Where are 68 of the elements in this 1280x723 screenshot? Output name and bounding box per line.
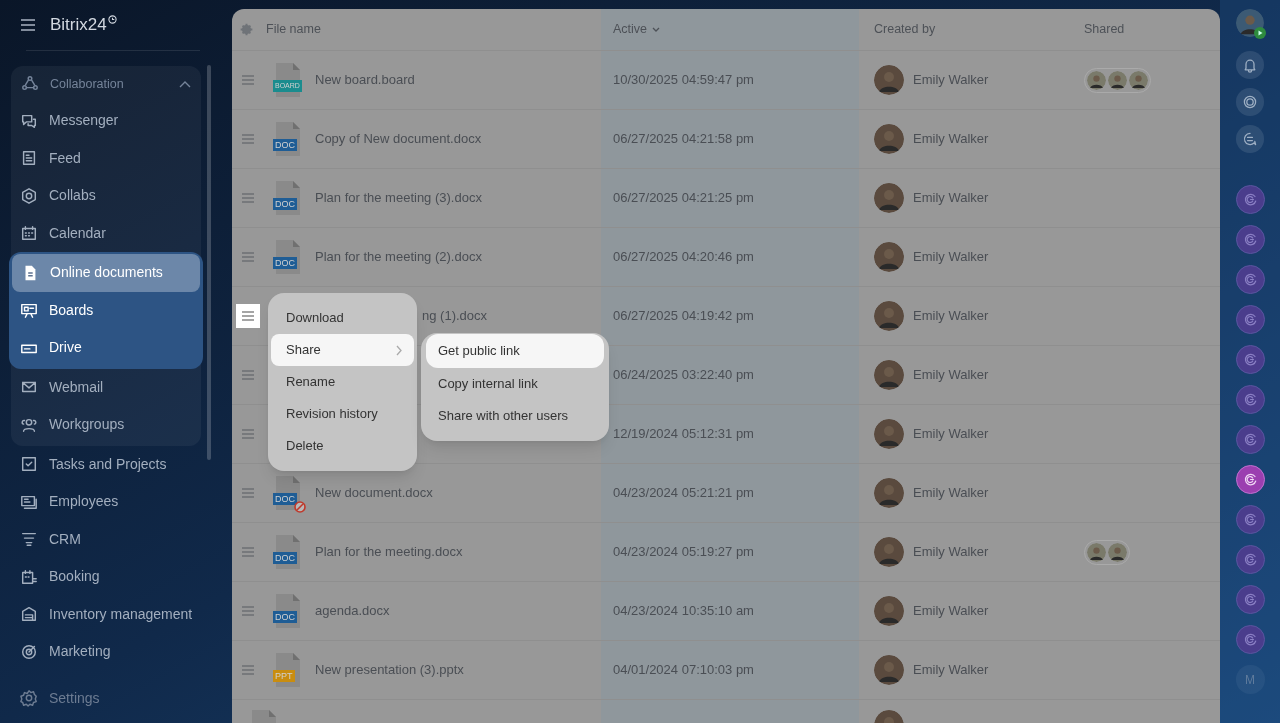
user-name[interactable]: Emily Walker [913,424,989,444]
user-name[interactable]: Emily Walker [913,306,989,326]
file-type-badge: DOC [273,139,297,151]
column-header[interactable]: Created by [874,20,936,39]
date-cell: 04/23/2024 05:19:27 pm [601,523,859,581]
sidebar-item[interactable]: Workgroups [11,406,201,444]
column-header[interactable]: Shared [1084,20,1125,39]
file-type-badge: PPT [273,670,295,682]
sidebar-item[interactable]: Webmail [11,368,201,406]
menu-item[interactable]: Share [271,334,414,366]
user-initial[interactable]: M [1235,665,1265,694]
sidebar-item[interactable]: CRM [11,520,201,558]
user-name[interactable]: Emily Walker [913,70,989,90]
sidebar-item[interactable]: Calendar [11,214,201,252]
sidebar-item[interactable]: Drive [11,329,201,367]
sidebar-item[interactable]: Employees [11,483,201,521]
file-name[interactable]: New document.docx [315,483,433,503]
file-name[interactable]: New presentation (3).pptx [315,660,464,680]
date-cell: 10/30/2025 04:59:47 pm [601,51,859,109]
user-name[interactable]: Emily Walker [913,188,989,208]
file-type-badge: DOC [273,257,297,269]
menu-item[interactable]: Rename [271,366,414,398]
settings-item[interactable]: Settings [0,679,232,717]
sidebar-item[interactable]: Collabs [11,177,201,215]
sidebar-item[interactable]: Tasks and Projects [11,445,201,483]
user-name[interactable]: Emily Walker [913,660,989,680]
column-header[interactable]: Active [613,20,661,39]
menu-item[interactable]: Get public link [426,334,604,368]
user-name[interactable]: Emily Walker [913,542,989,562]
file-type-badge: DOC [273,493,297,505]
menu-item[interactable]: Delete [271,430,414,462]
sidebar-item[interactable]: Messenger [11,102,201,140]
user-name[interactable]: Emily Walker [913,483,989,503]
user-name[interactable]: Emily Walker [913,601,989,621]
date-cell: 06/27/2025 04:21:58 pm [601,110,859,168]
sidebar-item[interactable]: Feed [11,139,201,177]
date-cell: 06/27/2025 04:20:46 pm [601,228,859,286]
sidebar-item[interactable]: Boards [11,291,201,329]
sidebar-item[interactable]: Marketing [11,633,201,671]
date-cell: 06/27/2025 04:19:42 pm [601,287,859,345]
sidebar-item[interactable]: Booking [11,558,201,596]
menu-item[interactable]: Download [271,302,414,334]
file-name[interactable]: Copy of New document.docx [315,129,482,149]
file-name[interactable]: ng (1).docx [422,306,488,326]
file-name[interactable]: agenda.docx [315,601,390,621]
user-name[interactable]: Emily Walker [913,129,989,149]
date-cell: 04/23/2024 10:35:10 am [601,582,859,640]
date-cell: 04/23/2024 05:21:21 pm [601,464,859,522]
file-name[interactable]: Plan for the meeting.docx [315,542,463,562]
user-name[interactable]: Emily Walker [913,365,989,385]
file-name[interactable]: Plan for the meeting (3).docx [315,188,482,208]
sidebar-item[interactable]: Online documents [12,254,200,292]
file-name[interactable]: Plan for the meeting (2).docx [315,247,482,267]
date-cell: 04/01/2024 07:10:03 pm [601,641,859,699]
user-name[interactable]: Emily Walker [913,247,989,267]
group-header[interactable]: Collaboration [11,66,201,102]
file-type-badge: DOC [273,198,297,210]
menu-item[interactable]: Revision history [271,398,414,430]
logo-text: Bitrix24 [50,14,107,37]
file-type-badge: DOC [273,552,297,564]
file-type-badge: DOC [273,611,297,623]
menu-item[interactable]: Share with other users [426,400,604,432]
column-header[interactable]: File name [266,20,321,39]
date-cell: 12/19/2024 05:12:31 pm [601,405,859,463]
file-name[interactable]: New board.board [315,70,415,90]
menu-item[interactable]: Copy internal link [426,368,604,400]
date-cell: 06/27/2025 04:21:25 pm [601,169,859,227]
sidebar-item[interactable]: Inventory management [11,595,201,633]
